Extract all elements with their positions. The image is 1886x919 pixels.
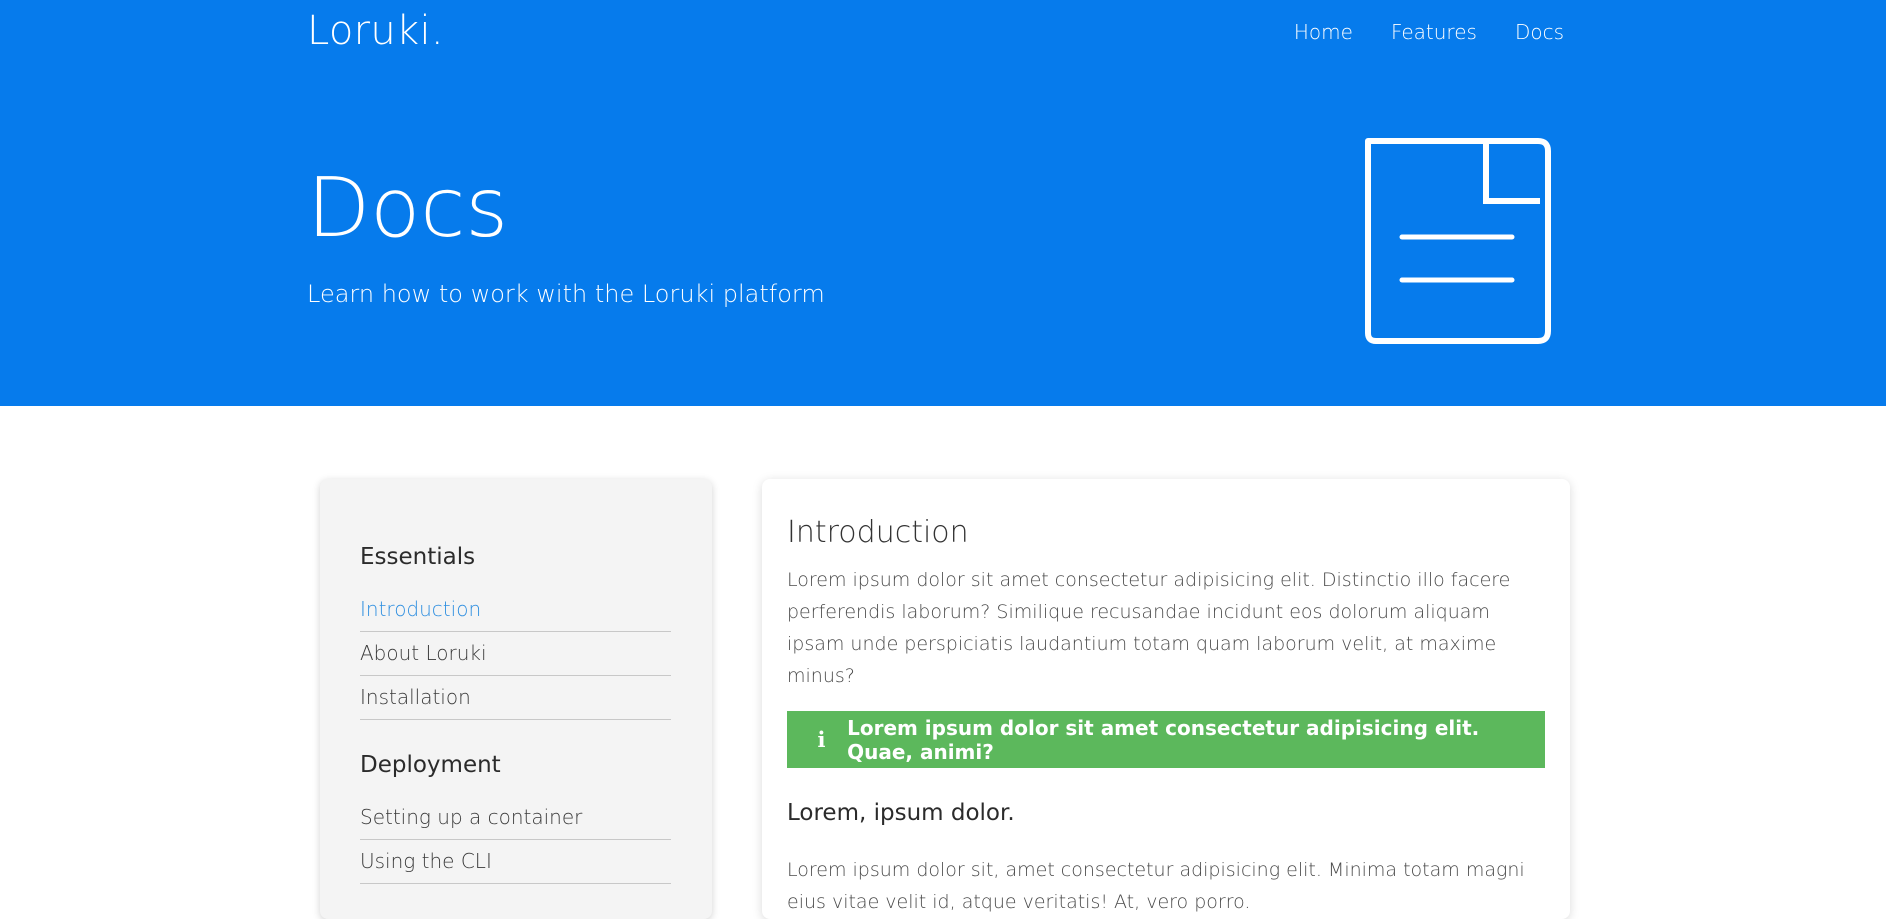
sidebar-group-title-deployment: Deployment [360,752,501,778]
nav-link-home[interactable]: Home [1294,20,1353,44]
brand-logo[interactable]: Loruki. [307,8,444,54]
list-item: About Loruki [360,632,671,676]
alert-text: Lorem ipsum dolor sit amet consectetur a… [847,715,1480,764]
sidebar-item-using-cli[interactable]: Using the CLI [360,840,671,884]
hero-banner: Loruki. Home Features Docs Docs Learn ho… [0,0,1886,406]
document-icon [1365,138,1551,344]
section-title: Introduction [787,515,969,550]
nav-link-docs[interactable]: Docs [1515,20,1564,44]
docs-sidebar: Essentials Introduction About Loruki Ins… [320,479,712,919]
list-item: Using the CLI [360,840,671,884]
info-icon: i [817,727,826,752]
sidebar-item-introduction[interactable]: Introduction [360,588,671,632]
sidebar-list-deployment: Setting up a container Using the CLI [360,796,671,884]
intro-paragraph: Lorem ipsum dolor sit amet consectetur a… [787,569,1511,687]
nav-link-features[interactable]: Features [1391,20,1477,44]
page-subtitle: Learn how to work with the Loruki platfo… [307,280,825,308]
list-item: Setting up a container [360,796,671,840]
body-paragraph: Lorem ipsum dolor sit, amet consectetur … [787,859,1525,913]
sidebar-list-essentials: Introduction About Loruki Installation [360,588,671,720]
sidebar-group-title-essentials: Essentials [360,544,476,570]
page-title: Docs [307,161,509,256]
sidebar-item-installation[interactable]: Installation [360,676,671,720]
docs-content-card: Introduction Lorem ipsum dolor sit amet … [762,479,1570,919]
list-item: Installation [360,676,671,720]
info-alert: i Lorem ipsum dolor sit amet consectetur… [787,711,1545,768]
main-nav: Home Features Docs [1294,20,1564,44]
sidebar-item-about-loruki[interactable]: About Loruki [360,632,671,676]
list-item: Introduction [360,588,671,632]
sidebar-item-setting-up-container[interactable]: Setting up a container [360,796,671,840]
subheading: Lorem, ipsum dolor. [787,800,1015,826]
